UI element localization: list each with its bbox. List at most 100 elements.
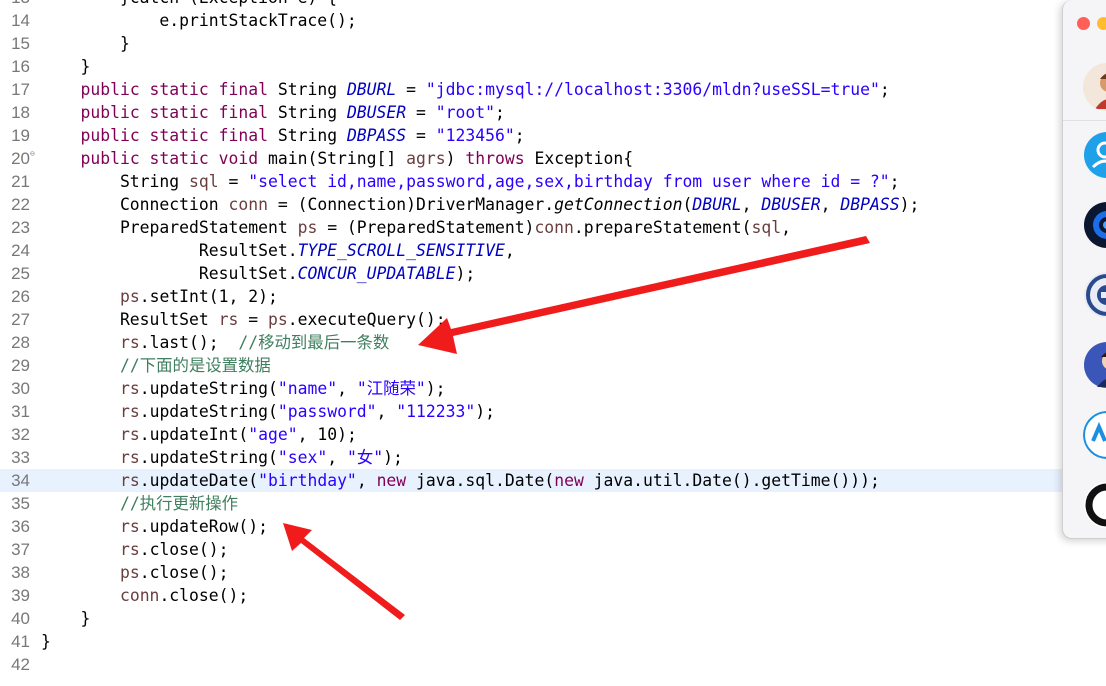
code-token: public static final [80,80,268,99]
code-token: = (Connection)DriverManager. [267,195,555,214]
code-token: conn [119,586,160,605]
code-token: ; [879,80,890,99]
code-token: ps [267,310,288,329]
code-text: ResultSet.CONCUR_UPDATABLE); [41,262,475,285]
code-line[interactable]: 19 public static final String DBPASS = "… [0,124,1106,147]
line-number: 34 [11,471,30,490]
code-token: "birthday" [258,471,357,490]
code-token: = [396,80,426,99]
code-text: PreparedStatement ps = (PreparedStatemen… [41,216,791,239]
code-token: //下面的是设置数据 [119,356,271,375]
line-number: 24 [11,241,30,260]
code-token: java.util.Date().getTime())); [583,471,880,490]
code-token: , [504,241,515,260]
code-token: String [267,80,347,99]
code-token: e.printStackTrace(); [41,11,357,30]
window-minimize-button[interactable] [1097,17,1106,30]
code-token: public static void [80,149,259,168]
code-line[interactable]: 26 ps.setInt(1, 2); [0,285,1106,308]
code-line[interactable]: 34 rs.updateDate("birthday", new java.sq… [0,469,1106,492]
app-icon-blue-circle[interactable] [1083,201,1106,249]
code-line[interactable]: 15 } [0,32,1106,55]
code-line[interactable]: 24 ResultSet.TYPE_SCROLL_SENSITIVE, [0,239,1106,262]
code-token: "name" [277,379,338,398]
code-token: conn [228,195,268,214]
code-line[interactable]: 29 //下面的是设置数据 [0,354,1106,377]
code-text: public static void main(String[] agrs) t… [41,147,633,170]
code-line[interactable]: 38 ps.close(); [0,561,1106,584]
code-text: rs.updateString("password", "112233"); [41,400,495,423]
code-text: rs.updateInt("age", 10); [41,423,357,446]
brand-logo[interactable] [1083,411,1106,459]
code-line[interactable]: 21 String sql = "select id,name,password… [0,170,1106,193]
line-number: 36 [11,517,30,536]
line-number: 19 [11,126,30,145]
code-line[interactable]: 18 public static final String DBUSER = "… [0,101,1106,124]
code-text: } [41,630,51,653]
code-editor[interactable]: 13 }catch (Exception e) {14 e.printStack… [0,0,1106,686]
badge-icon[interactable] [1083,271,1106,319]
contacts-icon[interactable] [1083,131,1106,179]
code-line[interactable]: 41} [0,630,1106,653]
code-line[interactable]: 25 ResultSet.CONCUR_UPDATABLE); [0,262,1106,285]
code-line[interactable]: 40 } [0,607,1106,630]
code-line[interactable]: 20 ⊖ public static void main(String[] agr… [0,147,1106,170]
code-token: conn [534,218,574,237]
line-number: 20 [11,149,30,168]
code-token: agrs [406,149,446,168]
code-token: new [376,471,407,490]
line-number: 22 [11,195,30,214]
code-token: , [327,448,347,467]
code-token: , [820,195,841,214]
code-line[interactable]: 36 rs.updateRow(); [0,515,1106,538]
code-token: //移动到最后一条数 [238,333,390,352]
code-line[interactable]: 31 rs.updateString("password", "112233")… [0,400,1106,423]
code-token: = [238,310,268,329]
code-line[interactable]: 13 }catch (Exception e) { [0,0,1106,9]
window-close-button[interactable] [1077,17,1090,30]
code-line[interactable]: 35 //执行更新操作 [0,492,1106,515]
code-line[interactable]: 39 conn.close(); [0,584,1106,607]
avatar-2[interactable] [1083,341,1106,389]
code-line[interactable]: 22 Connection conn = (Connection)DriverM… [0,193,1106,216]
app-icon-black[interactable] [1083,481,1106,529]
code-text: } [41,607,90,630]
code-token: ResultSet. [41,264,298,283]
code-line[interactable]: 14 e.printStackTrace(); [0,9,1106,32]
code-token: = [218,172,249,191]
code-token: ps [297,218,318,237]
code-token: ps [119,563,140,582]
code-line[interactable]: 33 rs.updateString("sex", "女"); [0,446,1106,469]
code-line[interactable]: 42 [0,653,1106,676]
code-text: } [41,32,130,55]
code-token: .updateString( [139,379,278,398]
code-line[interactable]: 37 rs.close(); [0,538,1106,561]
code-token: ( [682,195,693,214]
code-token: "root" [435,103,495,122]
code-token: DBPASS [346,126,407,145]
code-text: rs.close(); [41,538,229,561]
line-number: 26 [11,287,30,306]
code-line[interactable]: 32 rs.updateInt("age", 10); [0,423,1106,446]
code-token: public static final [80,126,268,145]
code-token: ; [514,126,525,145]
code-line[interactable]: 23 PreparedStatement ps = (PreparedState… [0,216,1106,239]
dock-separator [1063,120,1106,121]
code-line[interactable]: 27 ResultSet rs = ps.executeQuery(); [0,308,1106,331]
code-token: .updateInt( [139,425,249,444]
code-token: rs [119,425,140,444]
code-line[interactable]: 17 public static final String DBURL = "j… [0,78,1106,101]
code-token: java.sql.Date( [406,471,555,490]
code-line[interactable]: 28 rs.last(); //移动到最后一条数 [0,331,1106,354]
fold-toggle-icon[interactable]: ⊖ [30,149,35,159]
code-token: } [41,34,130,53]
code-line[interactable]: 30 rs.updateString("name", "江随荣"); [0,377,1106,400]
code-line[interactable]: 16 } [0,55,1106,78]
avatar[interactable] [1083,63,1106,111]
code-text: } [41,55,90,78]
code-token: rs [119,402,140,421]
